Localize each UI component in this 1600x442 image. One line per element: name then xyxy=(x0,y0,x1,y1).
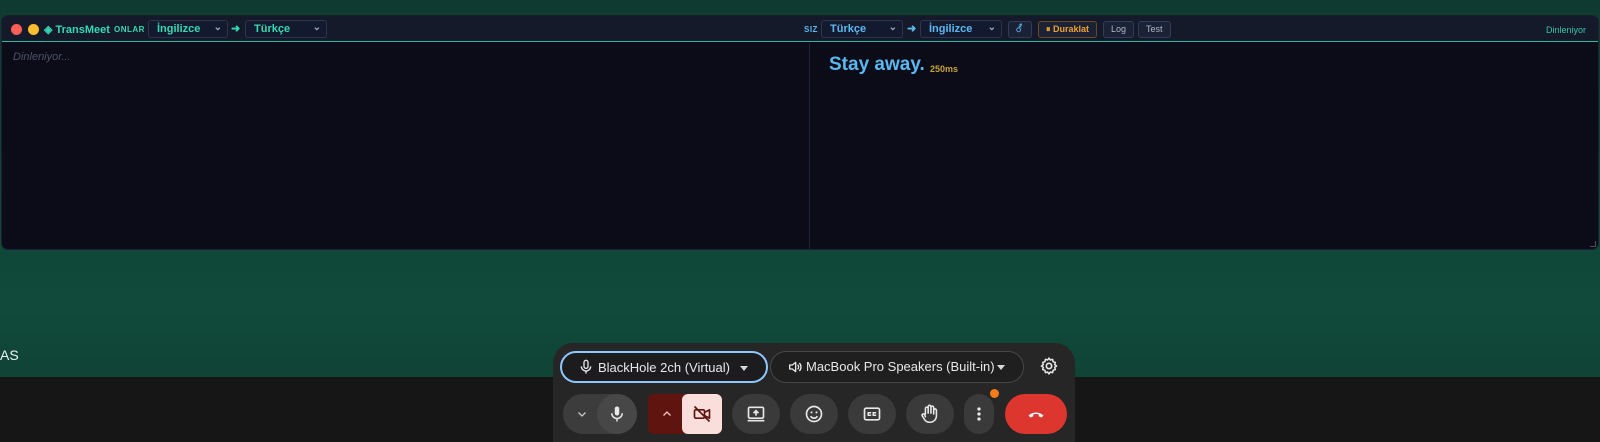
hang-up-phone-icon xyxy=(1028,412,1044,418)
microphone-device-label: BlackHole 2ch (Virtual) xyxy=(598,360,730,375)
raise-hand-icon xyxy=(921,404,938,424)
you-transcript-pane: Stay away. 250ms xyxy=(811,43,1598,249)
them-source-language-select[interactable]: İngilizce ⌄ xyxy=(148,20,228,38)
listening-status: Dinleniyor xyxy=(1545,25,1586,35)
raise-hand-button[interactable] xyxy=(906,394,954,434)
transmeet-toolbar: ◈ TransMeet ONLAR İngilizce ⌄ ➜ Türkçe ⌄… xyxy=(2,16,1598,42)
you-target-language-value: İngilizce xyxy=(929,23,973,35)
smiley-icon xyxy=(805,405,823,423)
dropdown-arrow-icon xyxy=(997,365,1005,370)
chevron-down-icon: ⌄ xyxy=(987,22,996,33)
speaker-device-label: MacBook Pro Speakers (Built-in) xyxy=(806,359,995,374)
more-vertical-icon xyxy=(977,407,981,421)
you-source-language-value: Türkçe xyxy=(830,23,867,35)
chevron-down-icon: ⌄ xyxy=(213,22,222,33)
speaker-icon xyxy=(789,361,802,373)
chevron-down-icon[interactable] xyxy=(576,408,588,420)
audio-controls-group xyxy=(563,394,637,434)
them-label: ONLAR xyxy=(114,25,145,34)
camera-toggle-button[interactable] xyxy=(682,394,722,434)
leave-call-button[interactable] xyxy=(1005,394,1067,434)
microphone-icon xyxy=(611,406,623,422)
minimize-window-button[interactable] xyxy=(28,24,39,35)
chevron-up-icon[interactable] xyxy=(661,408,673,420)
video-controls-group xyxy=(648,394,722,434)
microphone-icon xyxy=(580,359,592,374)
settings-gear-icon[interactable] xyxy=(1039,356,1059,376)
log-button[interactable]: Log xyxy=(1103,21,1135,38)
resize-handle[interactable] xyxy=(1590,241,1596,247)
speaker-device-select[interactable]: MacBook Pro Speakers (Built-in) xyxy=(770,351,1024,383)
more-options-button[interactable] xyxy=(964,394,994,434)
arrow-right-icon: ➜ xyxy=(907,23,917,35)
reactions-button[interactable] xyxy=(790,394,838,434)
them-target-language-value: Türkçe xyxy=(254,23,291,35)
swap-languages-button[interactable]: ⚦ xyxy=(1008,21,1032,38)
close-window-button[interactable] xyxy=(11,24,22,35)
present-screen-icon xyxy=(747,406,765,422)
them-target-language-select[interactable]: Türkçe ⌄ xyxy=(245,20,327,38)
background-text: AS xyxy=(0,347,19,363)
meet-controls-panel: BlackHole 2ch (Virtual) MacBook Pro Spea… xyxy=(553,343,1075,442)
transcript-placeholder: Dinleniyor... xyxy=(13,51,71,63)
test-button[interactable]: Test xyxy=(1138,21,1171,38)
chevron-down-icon: ⌄ xyxy=(312,22,321,33)
translated-text: Stay away. xyxy=(829,54,925,75)
closed-captions-icon xyxy=(863,407,881,421)
you-label: SIZ xyxy=(804,25,818,34)
you-source-language-select[interactable]: Türkçe ⌄ xyxy=(821,20,903,38)
chevron-down-icon: ⌄ xyxy=(888,22,897,33)
dropdown-arrow-icon xyxy=(740,366,748,371)
them-source-language-value: İngilizce xyxy=(157,23,201,35)
app-brand: ◈ TransMeet xyxy=(44,24,110,36)
notification-dot xyxy=(990,389,999,398)
you-target-language-select[interactable]: İngilizce ⌄ xyxy=(920,20,1002,38)
camera-off-icon xyxy=(693,405,711,423)
present-screen-button[interactable] xyxy=(732,394,780,434)
arrow-right-icon: ➜ xyxy=(231,23,241,35)
microphone-toggle-button[interactable] xyxy=(597,394,637,434)
latency-badge: 250ms xyxy=(930,64,959,74)
pause-button[interactable]: ⏸ Duraklat xyxy=(1038,21,1098,38)
transmeet-window: ◈ TransMeet ONLAR İngilizce ⌄ ➜ Türkçe ⌄… xyxy=(2,16,1598,249)
captions-button[interactable] xyxy=(848,394,896,434)
them-transcript-pane: Dinleniyor... xyxy=(2,43,810,249)
microphone-device-select[interactable]: BlackHole 2ch (Virtual) xyxy=(560,351,768,383)
